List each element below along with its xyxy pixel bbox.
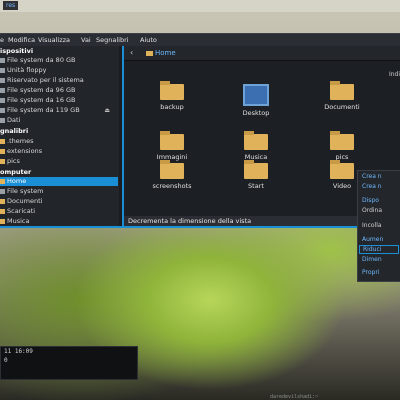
menu-item-zoom-in[interactable]: Aumen bbox=[362, 236, 383, 243]
menu-item-arrange[interactable]: Dispo bbox=[362, 197, 379, 204]
top-strip: res bbox=[0, 0, 400, 12]
sidebar: ispositivi File system da 80 GB Unità fl… bbox=[0, 46, 124, 226]
sidebar-item-bookmark[interactable]: extensions bbox=[0, 147, 118, 156]
file-item[interactable]: Documenti bbox=[316, 81, 368, 111]
menu-aiuto[interactable]: Aiuto bbox=[140, 36, 157, 44]
folder-icon bbox=[330, 131, 354, 150]
sidebar-scrollbar[interactable] bbox=[119, 46, 122, 226]
drive-icon bbox=[0, 188, 5, 194]
drive-icon bbox=[0, 97, 5, 103]
menu-item-create-folder[interactable]: Crea n bbox=[362, 173, 382, 180]
context-menu: Crea n Crea n Dispo Ordina Incolla Aumen… bbox=[357, 170, 400, 282]
back-icon[interactable]: ‹ bbox=[130, 48, 133, 57]
floppy-icon bbox=[0, 67, 5, 73]
top-tab[interactable]: res bbox=[3, 1, 19, 10]
file-item[interactable]: screenshots bbox=[146, 160, 198, 190]
sidebar-item-device[interactable]: File system da 119 GB ⏏ bbox=[0, 106, 118, 115]
right-panel-label: Indi bbox=[388, 71, 400, 78]
menu-item-properties[interactable]: Propri bbox=[362, 269, 379, 276]
folder-icon bbox=[160, 81, 184, 100]
folder-icon bbox=[0, 218, 5, 224]
folder-icon bbox=[330, 160, 354, 179]
folder-icon bbox=[0, 148, 5, 154]
sidebar-item-bookmark[interactable]: pics bbox=[0, 157, 118, 166]
file-item[interactable]: pics bbox=[316, 131, 368, 161]
sidebar-item-device[interactable]: Unità floppy bbox=[0, 66, 118, 75]
folder-icon bbox=[330, 81, 354, 100]
sidebar-item-bookmark[interactable]: .themes bbox=[0, 137, 118, 146]
folder-icon bbox=[0, 208, 5, 214]
drive-icon bbox=[0, 77, 5, 83]
menu-vai[interactable]: Vai bbox=[81, 36, 91, 44]
terminal-line: 11 16:09 bbox=[4, 348, 33, 355]
folder-icon bbox=[0, 198, 5, 204]
menu-item-normal-size[interactable]: Dimen bbox=[362, 256, 382, 263]
terminal-widget: 11 16:09 0 bbox=[0, 346, 138, 380]
drive-icon bbox=[0, 117, 5, 123]
menu-segnalibri[interactable]: Segnalibri bbox=[96, 36, 129, 44]
home-folder-icon bbox=[146, 50, 153, 56]
sidebar-item-device[interactable]: File system da 16 GB bbox=[0, 96, 118, 105]
file-item[interactable]: Desktop bbox=[230, 84, 282, 117]
sidebar-item-scaricati[interactable]: Scaricati bbox=[0, 207, 118, 216]
breadcrumb-home[interactable]: Home bbox=[146, 48, 176, 58]
drive-icon bbox=[0, 87, 5, 93]
folder-icon bbox=[160, 160, 184, 179]
desktop-icon bbox=[243, 84, 269, 106]
sidebar-item-device[interactable]: Dati bbox=[0, 116, 118, 125]
terminal-line: 0 bbox=[4, 357, 8, 364]
menu-visualizza[interactable]: Visualizza bbox=[38, 36, 70, 44]
drive-icon bbox=[0, 57, 5, 63]
file-item[interactable]: backup bbox=[146, 81, 198, 111]
menu-item-create-document[interactable]: Crea n bbox=[362, 183, 382, 190]
menu-item-sort[interactable]: Ordina bbox=[362, 207, 382, 214]
folder-icon bbox=[160, 131, 184, 150]
sidebar-item-documenti[interactable]: Documenti bbox=[0, 197, 118, 206]
folder-icon bbox=[0, 158, 5, 164]
menu-modifica[interactable]: Modifica bbox=[8, 36, 35, 44]
sidebar-item-device[interactable]: File system da 96 GB bbox=[0, 86, 118, 95]
file-item[interactable]: Immagini bbox=[146, 131, 198, 161]
sidebar-item-device[interactable]: Riservato per il sistema bbox=[0, 76, 118, 85]
menu-item-paste[interactable]: Incolla bbox=[362, 222, 382, 229]
folder-icon bbox=[244, 131, 268, 150]
sidebar-item-home[interactable]: Home bbox=[0, 177, 118, 186]
hostname-label: daredevilshadi:~ bbox=[270, 394, 319, 400]
section-bookmarks: gnalibri bbox=[0, 127, 29, 135]
sidebar-item-musica[interactable]: Musica bbox=[0, 217, 118, 226]
section-devices: ispositivi bbox=[0, 47, 34, 55]
menu-item-zoom-out[interactable]: Riduci bbox=[359, 245, 399, 254]
path-bar: ‹ Home bbox=[124, 46, 400, 61]
file-item[interactable]: Musica bbox=[230, 131, 282, 161]
folder-icon bbox=[244, 160, 268, 179]
folder-icon bbox=[0, 138, 5, 144]
file-manager-window: e Modifica Visualizza Vai Segnalibri Aiu… bbox=[0, 33, 400, 228]
sidebar-item-device[interactable]: File system da 80 GB bbox=[0, 56, 118, 65]
drive-icon bbox=[0, 107, 5, 113]
home-folder-icon bbox=[0, 178, 5, 184]
sidebar-item-filesystem[interactable]: File system bbox=[0, 187, 118, 196]
eject-icon[interactable]: ⏏ bbox=[104, 106, 110, 115]
file-item[interactable]: Start bbox=[230, 160, 282, 190]
menu-file[interactable]: e bbox=[0, 36, 4, 44]
section-computer: omputer bbox=[0, 168, 32, 176]
